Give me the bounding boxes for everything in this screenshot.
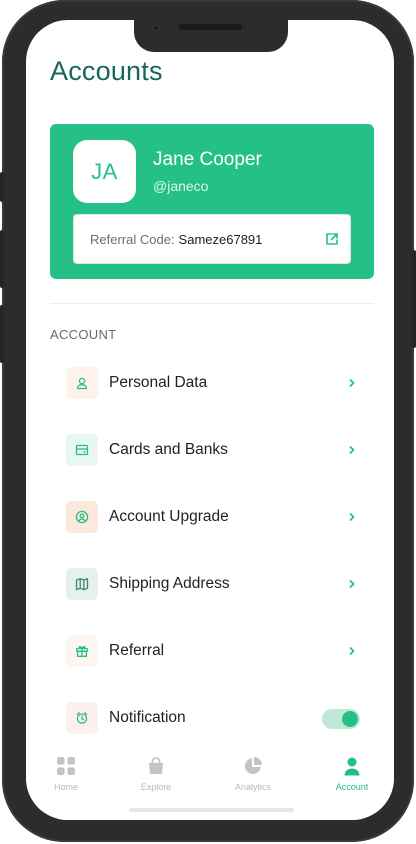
- camera: [152, 24, 160, 32]
- user-handle: @janeco: [153, 178, 209, 194]
- external-link-icon[interactable]: [325, 232, 339, 246]
- menu-item-notification: Notification: [66, 702, 366, 736]
- nav-label: Analytics: [234, 782, 271, 792]
- menu-label: Personal Data: [109, 374, 208, 391]
- bag-icon: [149, 757, 163, 774]
- map-icon: [66, 568, 98, 600]
- menu-item-shipping-address[interactable]: Shipping Address: [66, 568, 366, 602]
- menu-item-personal-data[interactable]: Personal Data: [66, 367, 366, 401]
- pie-chart-icon: [244, 757, 262, 775]
- mute-switch: [0, 172, 4, 202]
- menu-label: Referral: [109, 642, 165, 659]
- home-indicator: [129, 808, 294, 812]
- chevron-right-icon: [349, 446, 355, 454]
- menu-label: Notification: [109, 709, 186, 726]
- referral-label: Referral Code:: [90, 231, 175, 247]
- grid-icon: [57, 757, 75, 775]
- avatar[interactable]: JA: [73, 140, 136, 203]
- person-icon: [344, 757, 360, 776]
- page-title: Accounts: [50, 56, 163, 86]
- nav-label: Home: [53, 782, 78, 792]
- nav-item-analytics[interactable]: Analytics: [218, 756, 288, 792]
- alarm-icon: [66, 702, 98, 734]
- phone-frame: Accounts JA Jane Cooper @janeco Referral…: [0, 0, 416, 842]
- chevron-right-icon: [349, 513, 355, 521]
- referral-code: Sameze67891: [178, 231, 263, 247]
- power-button: [412, 250, 416, 348]
- user-name: Jane Cooper: [153, 149, 262, 170]
- notification-toggle[interactable]: [322, 709, 360, 729]
- speaker: [178, 24, 242, 30]
- menu-label: Cards and Banks: [109, 441, 228, 458]
- user-icon: [66, 367, 98, 399]
- chevron-right-icon: [349, 580, 355, 588]
- nav-label: Explore: [140, 782, 172, 792]
- menu-label: Shipping Address: [109, 575, 230, 592]
- profile-card: JA Jane Cooper @janeco Referral Code: Sa…: [50, 124, 374, 279]
- nav-item-account[interactable]: Account: [317, 756, 387, 792]
- menu-item-account-upgrade[interactable]: Account Upgrade: [66, 501, 366, 535]
- menu-item-cards-and-banks[interactable]: Cards and Banks: [66, 434, 366, 468]
- menu-item-referral[interactable]: Referral: [66, 635, 366, 669]
- toggle-knob: [342, 711, 358, 727]
- section-title: ACCOUNT: [50, 327, 117, 342]
- user-circle-icon: [66, 501, 98, 533]
- notch: [134, 20, 288, 52]
- chevron-right-icon: [349, 379, 355, 387]
- screen: Accounts JA Jane Cooper @janeco Referral…: [26, 20, 394, 820]
- volume-up-button: [0, 230, 4, 288]
- card-icon: [66, 434, 98, 466]
- nav-label: Account: [335, 782, 369, 792]
- divider: [50, 303, 374, 304]
- nav-item-home[interactable]: Home: [31, 756, 101, 792]
- referral-code-box[interactable]: Referral Code: Sameze67891: [73, 214, 351, 264]
- nav-item-explore[interactable]: Explore: [121, 756, 191, 792]
- chevron-right-icon: [349, 647, 355, 655]
- gift-icon: [66, 635, 98, 667]
- menu-label: Account Upgrade: [109, 508, 229, 525]
- volume-down-button: [0, 305, 4, 363]
